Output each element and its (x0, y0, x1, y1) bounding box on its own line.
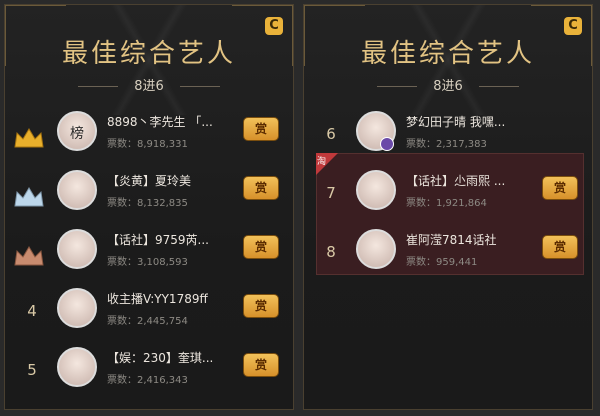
reward-button[interactable]: 赏 (243, 117, 279, 141)
rank-number: 8 (326, 243, 336, 261)
artist-name[interactable]: 【话社】9759芮... (107, 231, 233, 248)
vote-count: 票数：3,108,593 (107, 257, 188, 268)
reward-button[interactable]: 赏 (542, 235, 578, 259)
vote-count: 票数：8,132,835 (107, 198, 188, 209)
artist-name[interactable]: 收主播V:YY1789ff (107, 290, 233, 307)
avatar[interactable]: 榜 (57, 111, 97, 151)
rank-number: 6 (326, 125, 336, 143)
list-item: 榜 8898丶李先生 「... 票数：8,918,331 赏 (5, 107, 293, 167)
list-item: 6 梦幻田子晴 我嘿... 票数：2,317,383 (304, 107, 592, 167)
panel-subtitle: 8进6 (5, 75, 293, 94)
list-item: 7 【话社】尐雨熙 ... 票数：1,921,864 赏 (304, 166, 592, 226)
avatar[interactable] (57, 288, 97, 328)
reward-button[interactable]: 赏 (542, 176, 578, 200)
vote-count: 票数：2,445,754 (107, 316, 188, 327)
list-item: 【炎黄】夏玲美 票数：8,132,835 赏 (5, 166, 293, 226)
list-item: 8 崔阿滢7814话社 票数：959,441 赏 (304, 225, 592, 285)
ranking-panel-left: C 最佳综合艺人 8进6 榜 8898丶李先生 「... 票数：8,918,33… (4, 4, 294, 410)
artist-name[interactable]: 【话社】尐雨熙 ... (406, 172, 532, 189)
rank-number: 4 (27, 302, 37, 320)
rank-number: 5 (27, 361, 37, 379)
vote-count: 票数：959,441 (406, 257, 478, 268)
artist-name[interactable]: 【娱：230】奎琪... (107, 349, 233, 366)
rank-number: 7 (326, 184, 336, 202)
vote-count: 票数：2,416,343 (107, 375, 188, 386)
vote-count: 票数：1,921,864 (406, 198, 487, 209)
ranking-panel-right: C 最佳综合艺人 8进6 淘 6 梦幻田子晴 我嘿... 票数：2,317,38… (303, 4, 593, 410)
avatar[interactable] (57, 347, 97, 387)
panel-title: 最佳综合艺人 (61, 39, 236, 69)
avatar[interactable] (356, 170, 396, 210)
crown-icon (14, 187, 44, 207)
list-item: 5 【娱：230】奎琪... 票数：2,416,343 赏 (5, 343, 293, 403)
crown-icon (14, 246, 44, 266)
live-badge-icon (380, 137, 394, 151)
artist-name[interactable]: 梦幻田子晴 我嘿... (406, 113, 532, 130)
artist-name[interactable]: 【炎黄】夏玲美 (107, 172, 233, 189)
panel-title: 最佳综合艺人 (360, 39, 535, 69)
avatar[interactable] (57, 170, 97, 210)
vote-count: 票数：8,918,331 (107, 139, 188, 150)
avatar[interactable] (57, 229, 97, 269)
reward-button[interactable]: 赏 (243, 176, 279, 200)
vote-count: 票数：2,317,383 (406, 139, 487, 150)
artist-name[interactable]: 8898丶李先生 「... (107, 113, 233, 130)
avatar[interactable] (356, 229, 396, 269)
crown-icon (14, 128, 44, 148)
reward-button[interactable]: 赏 (243, 235, 279, 259)
panel-subtitle: 8进6 (304, 75, 592, 94)
reward-button[interactable]: 赏 (243, 294, 279, 318)
reward-button[interactable]: 赏 (243, 353, 279, 377)
list-item: 4 收主播V:YY1789ff 票数：2,445,754 赏 (5, 284, 293, 344)
artist-name[interactable]: 崔阿滢7814话社 (406, 231, 532, 248)
list-item: 【话社】9759芮... 票数：3,108,593 赏 (5, 225, 293, 285)
